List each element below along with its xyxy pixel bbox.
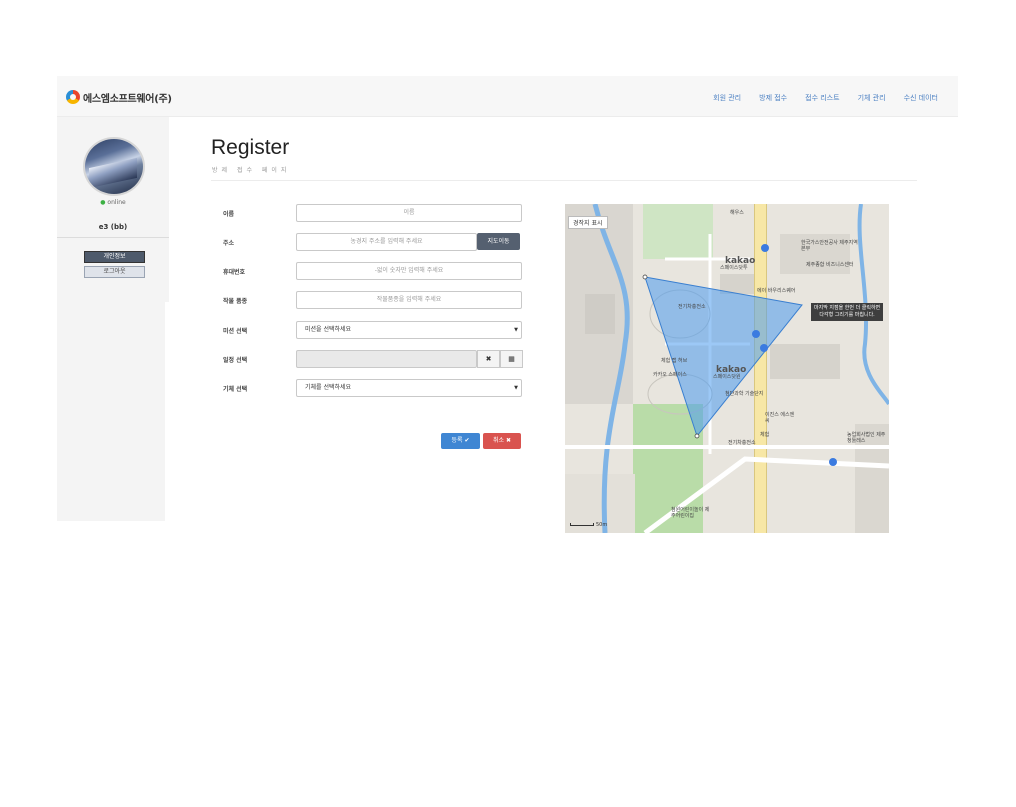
clear-icon[interactable]: ✖ bbox=[477, 350, 500, 368]
title-divider bbox=[211, 180, 917, 181]
name-input[interactable]: 이름 bbox=[296, 204, 522, 222]
nav-register-list[interactable]: 접수 리스트 bbox=[805, 93, 839, 103]
name-label: 이름 bbox=[223, 211, 235, 218]
map-label-ev2: 전기차충전소 bbox=[728, 440, 756, 446]
drone-select[interactable]: 기체를 선택하세요 ▼ bbox=[296, 379, 522, 397]
crop-input[interactable]: 작물품종을 입력해 주세요 bbox=[296, 291, 522, 309]
cancel-button[interactable]: 취소 ✖ bbox=[483, 433, 521, 449]
brand-logo-icon bbox=[66, 90, 80, 104]
form-row-mission: 미션 선택 미션을 선택하세요 ▼ bbox=[223, 321, 523, 339]
phone-label: 휴대번호 bbox=[223, 269, 246, 276]
calendar-icon[interactable]: ▦ bbox=[500, 350, 523, 368]
map-label-school: 첨단과학 기술단지 bbox=[725, 391, 764, 397]
map-label-space1: 스페이스닷투 bbox=[720, 265, 748, 271]
username: e3 (bb) bbox=[98, 223, 128, 231]
map-label-gas: 한국가스안전공사 제주지역본부 bbox=[801, 240, 858, 252]
main-nav: 회원 관리 방제 접수 접수 리스트 기체 관리 수신 데이터 bbox=[713, 93, 938, 103]
top-navbar: 에스엠소프트웨어(주) 회원 관리 방제 접수 접수 리스트 기체 관리 수신 … bbox=[57, 76, 958, 117]
map-view[interactable]: 경작지 표시 마지막 지점을 한번 더 클릭하면 다각형 그리기를 마칩니다. k… bbox=[565, 204, 889, 533]
nav-received-data[interactable]: 수신 데이터 bbox=[904, 93, 938, 103]
farmland-toggle-button[interactable]: 경작지 표시 bbox=[568, 216, 608, 229]
map-label-edu: 체험 bbox=[760, 432, 770, 438]
sidebar-profile: ● online e3 (bb) 개인정보 로그아웃 bbox=[57, 117, 169, 302]
brand-name: 에스엠소프트웨어(주) bbox=[83, 93, 172, 105]
map-scale: 50m bbox=[570, 522, 607, 528]
map-label-dev: 체험 랩 허브 bbox=[661, 358, 688, 364]
form-row-phone: 휴대번호 -없이 숫자만 입력해 주세요 bbox=[223, 262, 523, 280]
form-row-schedule: 일정 선택 ✖ ▦ bbox=[223, 350, 523, 368]
profile-button[interactable]: 개인정보 bbox=[84, 251, 145, 263]
mission-select-value: 미션을 선택하세요 bbox=[305, 326, 352, 333]
drone-label: 기체 선택 bbox=[223, 386, 248, 393]
logout-button[interactable]: 로그아웃 bbox=[84, 266, 145, 278]
map-tooltip: 마지막 지점을 한번 더 클릭하면 다각형 그리기를 마칩니다. bbox=[811, 303, 884, 321]
form-row-name: 이름 이름 bbox=[223, 204, 523, 222]
brand[interactable]: 에스엠소프트웨어(주) bbox=[66, 88, 172, 106]
phone-input[interactable]: -없이 숫자만 입력해 주세요 bbox=[296, 262, 522, 280]
nav-member-management[interactable]: 회원 관리 bbox=[713, 93, 741, 103]
page-title: Register bbox=[211, 136, 290, 159]
form-row-drone: 기체 선택 기체를 선택하세요 ▼ bbox=[223, 379, 523, 397]
page-subtitle: 방제 접수 페이지 bbox=[212, 167, 291, 174]
crop-label: 작물 품종 bbox=[223, 298, 248, 305]
map-label-ace: 이진스 에스엔씨 bbox=[765, 412, 795, 424]
address-input[interactable]: 농경지 주소를 입력해 주세요 bbox=[296, 233, 477, 251]
user-status-text: online bbox=[107, 199, 126, 206]
map-label-cafe: 카카오 스페이스 bbox=[653, 372, 687, 378]
form-row-crop: 작물 품종 작물품종을 입력해 주세요 bbox=[223, 291, 523, 309]
sidebar: ● online e3 (bb) 개인정보 로그아웃 bbox=[57, 117, 169, 521]
caret-down-icon: ▼ bbox=[514, 327, 518, 333]
map-label-agri: 농업회사법인 제주청툴레스 bbox=[847, 432, 886, 444]
avatar bbox=[83, 137, 145, 196]
form-row-address: 주소 농경지 주소를 입력해 주세요 지도이동 bbox=[223, 233, 523, 251]
schedule-label: 일정 선택 bbox=[223, 357, 248, 364]
sidebar-divider bbox=[57, 237, 169, 238]
map-label-ev1: 전기차충전소 bbox=[678, 304, 706, 310]
drone-select-value: 기체를 선택하세요 bbox=[305, 384, 352, 391]
schedule-input[interactable] bbox=[296, 350, 477, 368]
nav-drone-management[interactable]: 기체 관리 bbox=[858, 93, 886, 103]
user-status: ● online bbox=[57, 199, 169, 206]
mission-select[interactable]: 미션을 선택하세요 ▼ bbox=[296, 321, 522, 339]
nav-spray-register[interactable]: 방제 접수 bbox=[759, 93, 787, 103]
caret-down-icon: ▼ bbox=[514, 385, 518, 391]
map-label-jeju-center: 제주종합 비즈니스센터 bbox=[806, 262, 854, 268]
map-label-space2: 스페이스닷원 bbox=[713, 374, 741, 380]
map-label-busstop: 해우스 bbox=[730, 210, 744, 216]
map-label-camera: 에이 바우리스퀘어 bbox=[757, 288, 796, 294]
mission-label: 미션 선택 bbox=[223, 328, 248, 335]
map-move-button[interactable]: 지도이동 bbox=[477, 233, 520, 250]
map-label-kinder: 첨원어린이놀이 제주어린이집 bbox=[671, 507, 710, 519]
address-label: 주소 bbox=[223, 240, 235, 247]
submit-button[interactable]: 등록 ✔ bbox=[441, 433, 480, 449]
